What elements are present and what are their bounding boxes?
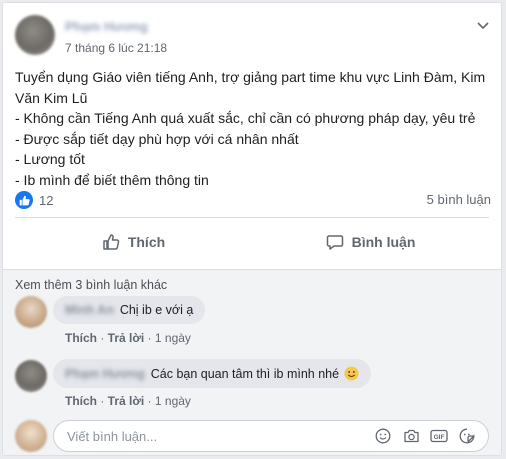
post-line: Tuyển dụng Giáo viên tiếng Anh, trợ giản…: [15, 69, 486, 106]
post-body: Tuyển dụng Giáo viên tiếng Anh, trợ giản…: [15, 67, 491, 190]
comment-input[interactable]: [54, 427, 374, 445]
action-bar: Thích Bình luận: [15, 225, 489, 259]
like-button[interactable]: Thích: [15, 225, 252, 259]
commenter-avatar[interactable]: [15, 296, 47, 328]
commenter-avatar[interactable]: [15, 360, 47, 392]
comment-like-link[interactable]: Thích: [65, 331, 97, 345]
gif-icon[interactable]: GIF: [430, 427, 448, 445]
composer-tools: GIF: [374, 427, 488, 445]
author-name[interactable]: Phạm Hương: [65, 19, 148, 34]
comment-time[interactable]: 1 ngày: [155, 394, 191, 408]
emoji-picker-icon[interactable]: [374, 427, 392, 445]
post-timestamp[interactable]: 7 tháng 6 lúc 21:18: [65, 41, 167, 55]
camera-icon[interactable]: [402, 427, 420, 445]
comments-section: Xem thêm 3 bình luận khác Minh An Chị ib…: [3, 269, 501, 455]
divider: [15, 217, 489, 218]
post-card: Phạm Hương 7 tháng 6 lúc 21:18 Tuyển dụn…: [2, 2, 502, 456]
like-icon: [103, 234, 120, 250]
comment-bubble: Minh An Chị ib e với ạ: [53, 296, 206, 324]
comment-like-link[interactable]: Thích: [65, 394, 97, 408]
comment-meta: Thích · Trả lời · 1 ngày: [65, 331, 191, 345]
current-user-avatar[interactable]: [15, 420, 47, 452]
sticker-icon[interactable]: [458, 427, 476, 445]
comment-count[interactable]: 5 bình luận: [427, 192, 491, 207]
view-more-comments-link[interactable]: Xem thêm 3 bình luận khác: [15, 278, 167, 292]
reaction-summary[interactable]: 12: [15, 191, 53, 209]
like-count: 12: [39, 192, 54, 208]
smile-emoji-icon: [344, 366, 359, 381]
comment-button[interactable]: Bình luận: [252, 225, 489, 259]
like-label: Thích: [127, 234, 166, 250]
post-line: - Được sắp tiết dạy phù hợp với cá nhân …: [15, 130, 299, 147]
comment-text: Chị ib e với ạ: [119, 303, 194, 317]
comment-reply-link[interactable]: Trả lời: [108, 331, 145, 345]
post-line: - Không cần Tiếng Anh quá xuất sắc, chỉ …: [15, 110, 476, 126]
commenter-name[interactable]: Phạm Hương: [65, 367, 145, 381]
comment-time[interactable]: 1 ngày: [155, 331, 191, 345]
comment-reply-link[interactable]: Trả lời: [108, 394, 145, 408]
comment-meta: Thích · Trả lời · 1 ngày: [65, 394, 191, 408]
commenter-name[interactable]: Minh An: [65, 303, 114, 317]
post-line: - Ib mình để biết thêm thông tin: [15, 171, 209, 188]
svg-text:GIF: GIF: [434, 434, 445, 441]
chevron-down-icon[interactable]: [475, 17, 491, 33]
post-line: - Lương tốt: [15, 151, 85, 167]
comment-composer: GIF: [53, 420, 489, 452]
author-avatar[interactable]: [15, 15, 55, 55]
comment-bubble: Phạm Hương Các bạn quan tâm thì ib mình …: [53, 359, 372, 388]
comment-icon: [326, 235, 343, 250]
comment-text: Các bạn quan tâm thì ib mình nhé: [150, 366, 340, 381]
like-badge-icon: [15, 191, 33, 209]
comment-label: Bình luận: [351, 234, 416, 250]
